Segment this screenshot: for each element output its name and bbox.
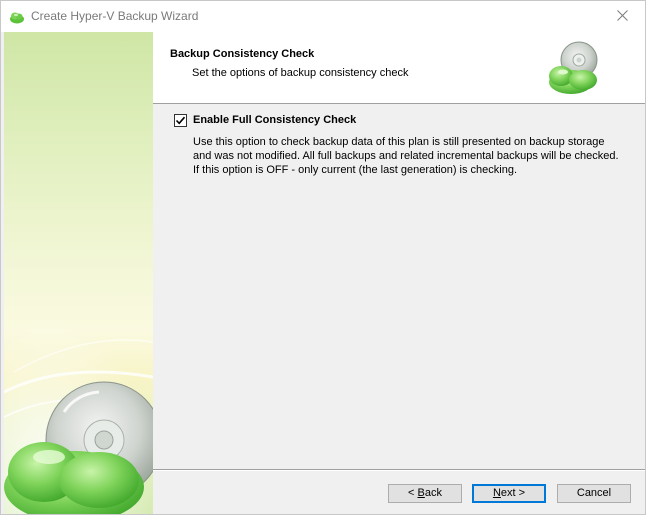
wizard-window: Create Hyper-V Backup Wizard Backup Cons… xyxy=(0,0,646,515)
page-title: Backup Consistency Check xyxy=(170,48,315,60)
wizard-content: Enable Full Consistency Check Use this o… xyxy=(153,104,645,466)
title-bar[interactable]: Create Hyper-V Backup Wizard xyxy=(1,1,645,32)
app-cloud-icon xyxy=(9,10,25,24)
description-line: and was not modified. All full backups a… xyxy=(193,150,619,162)
full-consistency-label[interactable]: Enable Full Consistency Check xyxy=(193,114,356,126)
description-line: Use this option to check backup data of … xyxy=(193,136,605,148)
window-title: Create Hyper-V Backup Wizard xyxy=(31,9,199,23)
close-icon xyxy=(616,9,628,24)
option-description: Use this option to check backup data of … xyxy=(193,135,633,177)
full-consistency-checkbox[interactable] xyxy=(174,114,187,127)
page-subtitle: Set the options of backup consistency ch… xyxy=(192,67,409,79)
wizard-header: Backup Consistency Check Set the options… xyxy=(153,32,645,104)
next-button[interactable]: Next > xyxy=(472,484,546,503)
disc-cloud-artwork-icon xyxy=(4,282,153,514)
cancel-button[interactable]: Cancel xyxy=(557,484,631,503)
backup-disc-cloud-icon xyxy=(545,38,605,98)
checkmark-icon xyxy=(175,116,186,125)
back-button[interactable]: < Back xyxy=(388,484,462,503)
footer-divider xyxy=(153,469,645,471)
close-button[interactable] xyxy=(599,1,645,32)
wizard-side-banner xyxy=(4,32,153,514)
description-line: If this option is OFF - only current (th… xyxy=(193,164,518,176)
